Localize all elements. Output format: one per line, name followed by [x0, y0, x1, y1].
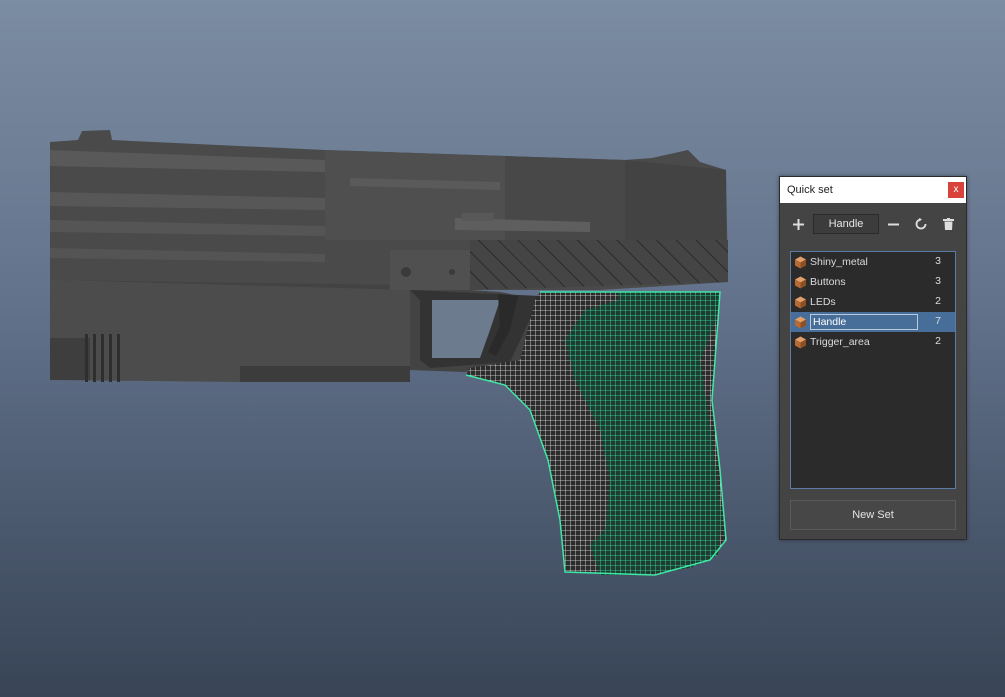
- cube-icon: [794, 316, 807, 329]
- set-member-count: 2: [935, 295, 941, 307]
- minus-icon[interactable]: [884, 214, 902, 234]
- set-list-item[interactable]: Handle 7: [791, 312, 955, 332]
- set-name-label: LEDs: [810, 296, 836, 308]
- set-member-count: 7: [935, 315, 941, 327]
- cube-icon: [794, 276, 807, 289]
- quick-set-panel: Quick set x Handle Shiny_metal 3 Buttons 3 L…: [779, 176, 967, 540]
- set-name-label: Shiny_metal: [810, 256, 868, 268]
- plus-icon[interactable]: [789, 214, 807, 234]
- set-list-item[interactable]: Shiny_metal 3: [791, 252, 955, 272]
- set-list-item[interactable]: Trigger_area 2: [791, 332, 955, 352]
- set-list-item[interactable]: LEDs 2: [791, 292, 955, 312]
- panel-title: Quick set: [787, 184, 833, 196]
- trash-icon[interactable]: [939, 214, 957, 234]
- set-list-item[interactable]: Buttons 3: [791, 272, 955, 292]
- set-name-label: Trigger_area: [810, 336, 870, 348]
- set-list[interactable]: Shiny_metal 3 Buttons 3 LEDs 2 Handle 7 Trigger_…: [790, 251, 956, 489]
- frame-grip-texture: [470, 240, 728, 290]
- cube-icon: [794, 256, 807, 269]
- refresh-icon[interactable]: [912, 214, 930, 234]
- cube-icon: [794, 296, 807, 309]
- set-name-label: Handle: [810, 314, 918, 330]
- set-name-field[interactable]: Handle: [813, 214, 879, 234]
- set-member-count: 2: [935, 335, 941, 347]
- new-set-button[interactable]: New Set: [790, 500, 956, 530]
- set-name-label: Buttons: [810, 276, 846, 288]
- cube-icon: [794, 336, 807, 349]
- set-member-count: 3: [935, 275, 941, 287]
- panel-titlebar[interactable]: Quick set x: [780, 177, 966, 203]
- close-button[interactable]: x: [948, 182, 964, 198]
- panel-toolbar: Handle: [780, 214, 966, 234]
- set-member-count: 3: [935, 255, 941, 267]
